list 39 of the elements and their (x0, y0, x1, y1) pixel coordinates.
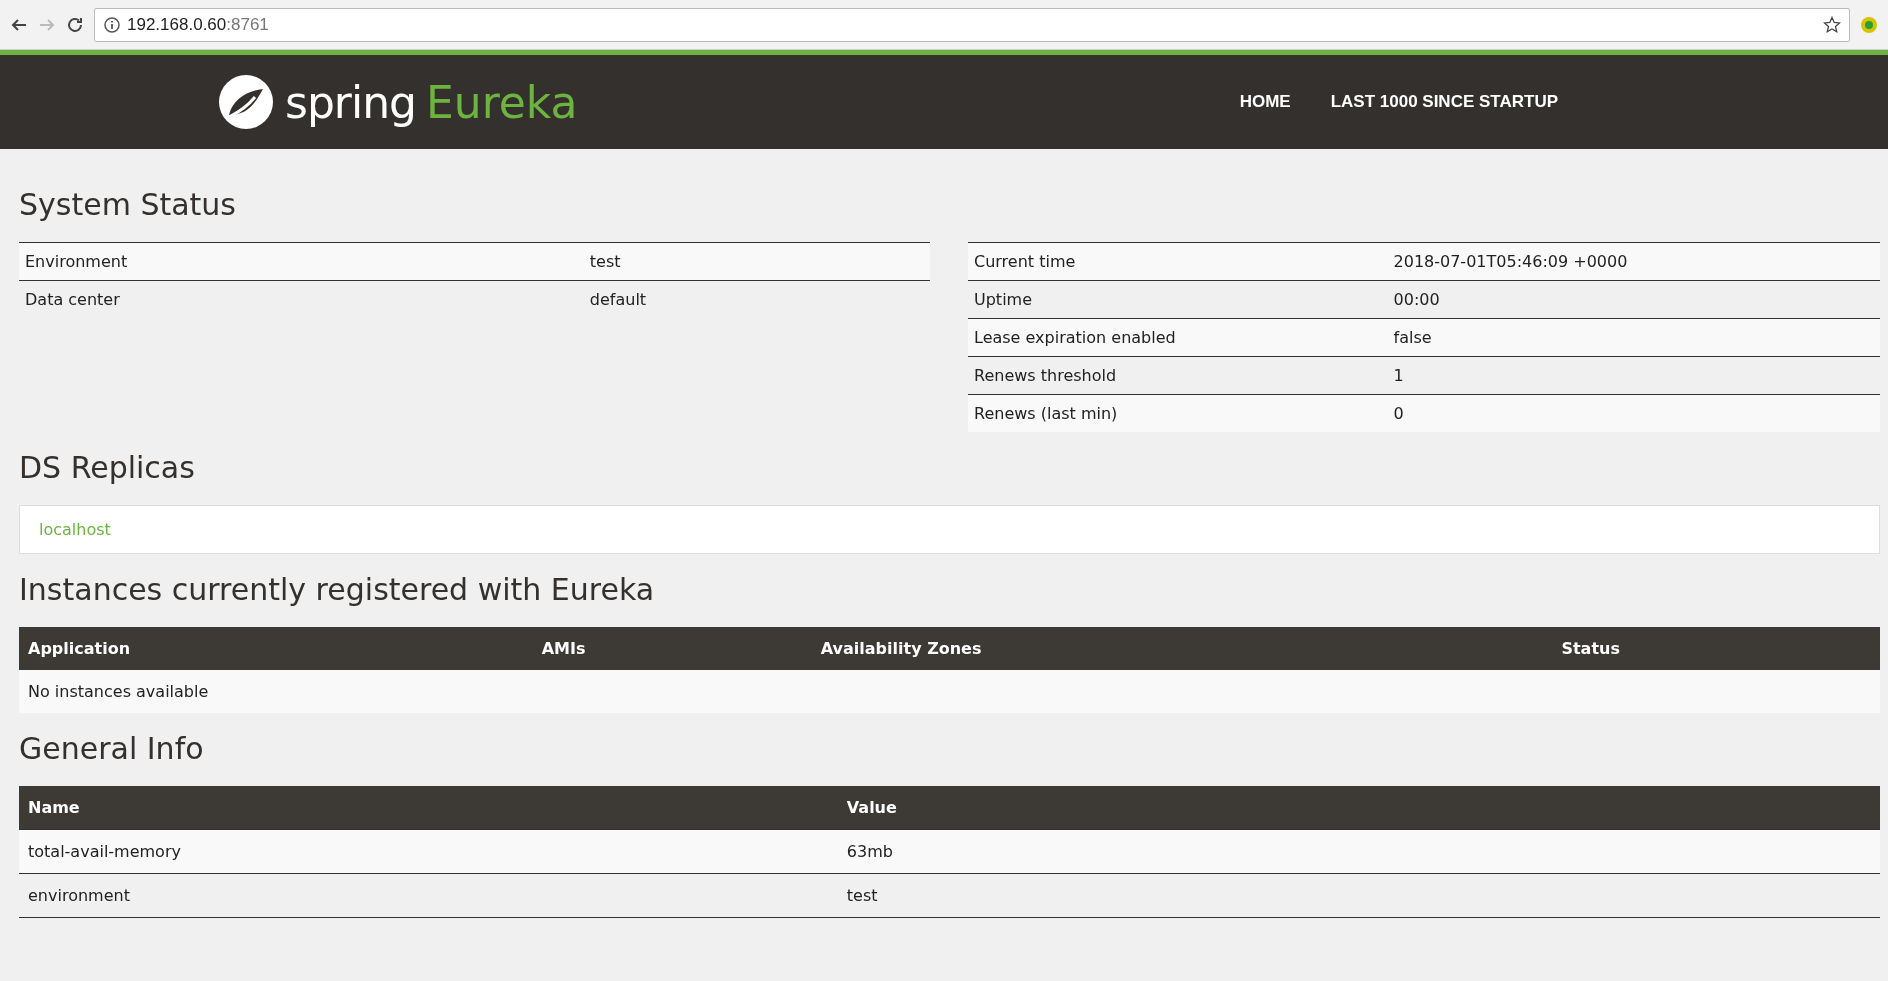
empty-message: No instances available (19, 670, 1880, 713)
extension-icon[interactable] (1860, 15, 1878, 34)
table-cell: Current time (968, 242, 1388, 281)
table-cell: test (583, 242, 930, 281)
column-header: Name (19, 786, 838, 830)
column-header: Application (19, 627, 533, 670)
table-cell: 1 (1387, 356, 1880, 395)
url-text[interactable]: 192.168.0.60:8761 (127, 14, 269, 35)
table-cell: Renews threshold (968, 356, 1388, 395)
column-header: AMIs (532, 627, 812, 670)
column-header: Status (1552, 627, 1880, 670)
table-cell: false (1387, 318, 1880, 357)
section-heading: Instances currently registered with Eureka (19, 572, 656, 607)
table-cell: Renews (last min) (968, 394, 1388, 432)
table-cell: Data center (19, 280, 584, 318)
table-cell: environment (19, 873, 838, 918)
leaf-logo-icon (217, 73, 275, 131)
table-cell: 63mb (837, 829, 1880, 874)
section-heading: General Info (19, 731, 205, 766)
table-cell: Lease expiration enabled (968, 318, 1388, 357)
table-cell: total-avail-memory (19, 829, 838, 874)
section-heading: System Status (19, 187, 237, 222)
info-icon[interactable] (103, 15, 121, 34)
table-cell: default (583, 280, 930, 318)
column-header: Availability Zones (811, 627, 1553, 670)
table-cell: 00:00 (1387, 280, 1880, 319)
table-cell: Uptime (968, 280, 1388, 319)
reload-icon[interactable] (66, 15, 84, 34)
table-cell: 2018-07-01T05:46:09 +0000 (1387, 242, 1880, 281)
brand-text: spring (285, 76, 416, 128)
nav-link[interactable]: HOME (1239, 92, 1291, 112)
product-text: Eureka (426, 76, 578, 128)
table-cell: 0 (1387, 394, 1880, 432)
nav-link[interactable]: LAST 1000 SINCE STARTUP (1330, 92, 1558, 112)
star-icon[interactable] (1823, 15, 1841, 34)
section-heading: DS Replicas (19, 450, 196, 485)
column-header: Value (837, 786, 1880, 830)
table-cell: Environment (19, 242, 584, 281)
table-cell: test (837, 873, 1880, 918)
